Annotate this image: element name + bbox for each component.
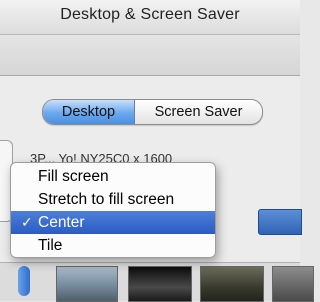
title-bar: Desktop & Screen Saver [0, 0, 300, 35]
menu-item-label: Stretch to fill screen [38, 191, 175, 208]
toolbar-area [0, 35, 300, 76]
pane-tabs: Desktop Screen Saver [42, 99, 263, 125]
checkmark-icon: ✓ [21, 214, 33, 230]
thumbnail-image[interactable] [272, 266, 314, 302]
thumbnail-scroll-handle[interactable] [18, 266, 30, 296]
thumbnail-image[interactable] [200, 266, 264, 302]
thumbnail-image[interactable] [56, 266, 118, 302]
menu-item-label: Center [38, 214, 85, 231]
menu-item-center[interactable]: ✓ Center [11, 211, 215, 234]
menu-item-tile[interactable]: Tile [11, 234, 215, 257]
menu-item-fill-screen[interactable]: Fill screen [11, 165, 215, 188]
fit-options-menu: Fill screen Stretch to fill screen ✓ Cen… [10, 162, 216, 258]
tab-desktop[interactable]: Desktop [43, 100, 135, 124]
thumbnail-image[interactable] [128, 266, 192, 302]
window-title: Desktop & Screen Saver [60, 6, 240, 23]
menu-item-label: Fill screen [38, 168, 109, 185]
color-well[interactable] [258, 209, 302, 235]
tab-screen-saver[interactable]: Screen Saver [135, 100, 262, 124]
menu-item-label: Tile [38, 237, 63, 254]
menu-item-stretch[interactable]: Stretch to fill screen [11, 188, 215, 211]
